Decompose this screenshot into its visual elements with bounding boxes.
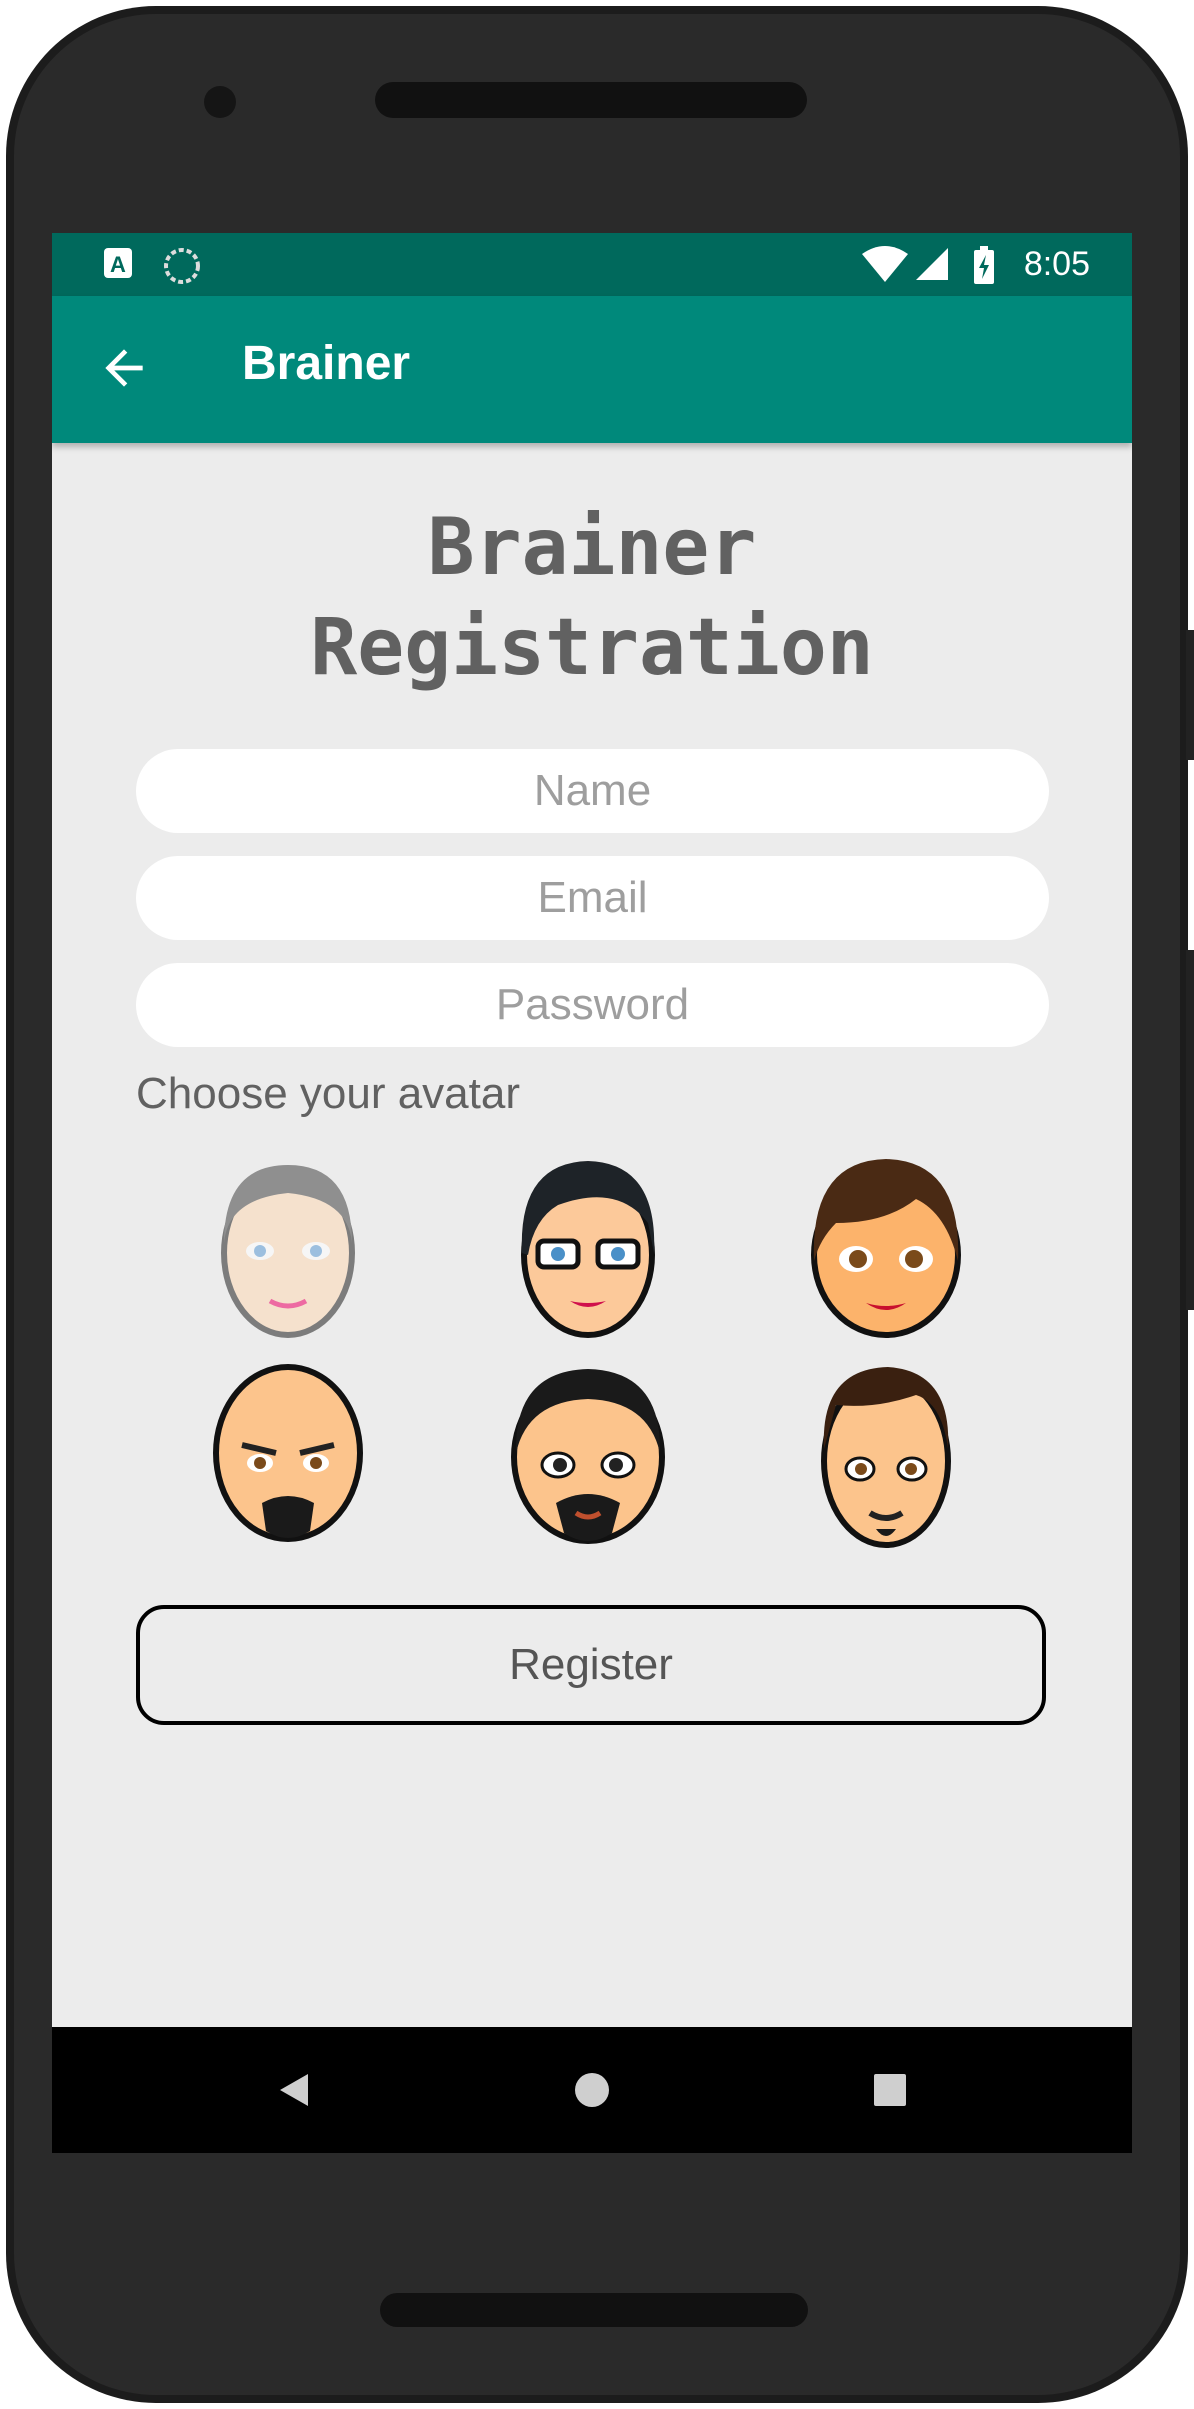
page-heading: Brainer Registration: [52, 498, 1132, 698]
nav-back-icon[interactable]: [274, 2070, 314, 2110]
phone-frame: A 8:05 Brainer Brainer Registration Name…: [0, 0, 1194, 2409]
female-glasses-avatar[interactable]: [498, 1143, 678, 1343]
heading-line-2: Registration: [310, 603, 874, 693]
wifi-icon: [862, 246, 908, 282]
nav-recents-icon[interactable]: [870, 2070, 910, 2110]
bald-goatee-avatar[interactable]: [198, 1353, 378, 1553]
password-field[interactable]: [136, 963, 1049, 1047]
email-field[interactable]: [136, 856, 1049, 940]
male-gray-hair-avatar[interactable]: [198, 1143, 378, 1343]
young-man-avatar[interactable]: [796, 1353, 976, 1553]
status-bar: A 8:05: [52, 233, 1132, 296]
svg-text:A: A: [110, 252, 126, 277]
back-arrow-icon[interactable]: [96, 340, 152, 396]
clock: 8:05: [1023, 245, 1090, 283]
name-field[interactable]: [136, 749, 1049, 833]
bearded-man-avatar[interactable]: [498, 1353, 678, 1553]
battery-charging-icon: [974, 246, 994, 284]
female-brown-hair-avatar[interactable]: [796, 1143, 976, 1343]
app-screen: A 8:05 Brainer Brainer Registration Name…: [52, 233, 1132, 2153]
navigation-bar: [52, 2027, 1132, 2153]
accessibility-icon: A: [104, 248, 132, 278]
avatar-prompt: Choose your avatar: [136, 1069, 520, 1118]
register-button[interactable]: Register: [136, 1605, 1046, 1725]
app-bar: Brainer: [52, 296, 1132, 443]
heading-line-1: Brainer: [427, 503, 757, 593]
cell-signal-icon: [916, 248, 948, 280]
nav-home-icon[interactable]: [572, 2070, 612, 2110]
sync-icon: [164, 248, 200, 284]
app-title: Brainer: [242, 337, 411, 390]
